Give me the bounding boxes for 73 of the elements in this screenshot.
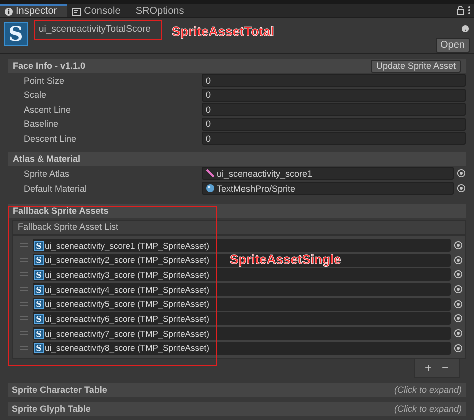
- sprite-asset-icon: S: [34, 240, 44, 250]
- annotation-label: SpriteAssetSingle: [230, 252, 342, 266]
- field-label: Point Size: [23, 76, 66, 86]
- more-icon[interactable]: [468, 6, 471, 15]
- remove-button[interactable]: −: [440, 361, 451, 375]
- info-icon: [5, 8, 13, 16]
- number-field[interactable]: 0: [202, 88, 466, 102]
- open-button[interactable]: Open: [436, 38, 470, 53]
- number-field[interactable]: 0: [202, 74, 466, 87]
- sprite-asset-icon: S: [34, 314, 44, 324]
- asset-reference: ui_sceneactivity7_score (TMP_SpriteAsset): [45, 328, 210, 339]
- drag-handle-icon[interactable]: [20, 331, 28, 336]
- sprite-atlas-icon: [206, 169, 215, 178]
- object-field[interactable]: S ui_sceneactivity7_score (TMP_SpriteAsset): [33, 327, 451, 340]
- object-field[interactable]: ui_sceneactivity_score1: [202, 167, 454, 180]
- drag-handle-icon[interactable]: [20, 272, 28, 278]
- expand-hint: (Click to expand): [394, 404, 462, 414]
- update-sprite-asset-button[interactable]: Update Sprite Asset: [371, 60, 461, 72]
- asset-reference: ui_sceneactivity4_score (TMP_SpriteAsset): [45, 284, 210, 295]
- drag-handle-icon[interactable]: [20, 302, 28, 307]
- inspector-tab[interactable]: Inspector: [0, 4, 68, 17]
- section-title: Sprite Character Table: [12, 385, 108, 395]
- object-field[interactable]: S ui_sceneactivity4_score (TMP_SpriteAsset): [33, 283, 451, 296]
- sprite-asset-icon: S: [34, 284, 44, 295]
- field-label: Descent Line: [23, 134, 78, 144]
- section-header[interactable]: Fallback Sprite Assets: [8, 204, 466, 218]
- console-icon: [72, 8, 82, 16]
- sprite-asset-icon: S: [34, 255, 44, 266]
- asset-reference: ui_sceneactivity5_score (TMP_SpriteAsset): [45, 299, 210, 310]
- sprite-asset-icon: S: [4, 22, 28, 46]
- asset-reference: ui_sceneactivity6_score (TMP_SpriteAsset): [45, 314, 210, 324]
- asset-reference: ui_sceneactivity8_score (TMP_SpriteAsset): [45, 343, 210, 354]
- sprite-asset-icon: S: [34, 270, 44, 280]
- field-label: Ascent Line: [23, 104, 72, 114]
- section-title: Face Info - v1.1.0: [13, 61, 87, 71]
- drag-handle-icon[interactable]: [20, 258, 28, 263]
- number-field[interactable]: 0: [202, 103, 466, 116]
- asset-reference: ui_sceneactivity_score1 (TMP_SpriteAsset): [45, 240, 210, 250]
- sprite-asset-icon: S: [34, 343, 44, 354]
- object-field[interactable]: S ui_sceneactivity6_score (TMP_SpriteAsset): [33, 312, 451, 326]
- drag-handle-icon[interactable]: [20, 287, 28, 292]
- section-header[interactable]: Sprite Glyph Table (Click to expand): [8, 402, 466, 416]
- asset-reference: ui_sceneactivity2_score (TMP_SpriteAsset): [45, 255, 210, 266]
- section-header[interactable]: Atlas & Material: [8, 152, 466, 166]
- section-title: Sprite Glyph Table: [12, 404, 92, 414]
- asset-name: ui_sceneactivityTotalScore: [34, 20, 162, 40]
- drag-handle-icon[interactable]: [20, 316, 28, 322]
- section-header[interactable]: Sprite Character Table (Click to expand): [8, 383, 466, 397]
- asset-reference: ui_sceneactivity3_score (TMP_SpriteAsset): [45, 270, 210, 280]
- field-label: Baseline: [23, 119, 60, 129]
- field-label: Default Material: [23, 184, 88, 194]
- material-ball-icon: [206, 184, 215, 193]
- lock-icon[interactable]: [457, 6, 464, 15]
- object-field[interactable]: TextMeshPro/Sprite: [202, 182, 454, 195]
- field-label: Sprite Atlas: [23, 168, 71, 178]
- object-field[interactable]: S ui_sceneactivity3_score (TMP_SpriteAsset): [33, 268, 451, 282]
- object-field[interactable]: S ui_sceneactivity_score1 (TMP_SpriteAsset): [33, 239, 451, 252]
- annotation-label: SpriteAssetTotal: [172, 24, 274, 39]
- object-field[interactable]: S ui_sceneactivity8_score (TMP_SpriteAsset): [33, 342, 451, 355]
- expand-hint: (Click to expand): [394, 385, 462, 395]
- number-field[interactable]: 0: [202, 118, 466, 130]
- inspector-tab[interactable]: Console: [67, 4, 131, 17]
- number-field[interactable]: 0: [202, 132, 466, 145]
- sprite-asset-icon: S: [34, 299, 44, 310]
- drag-handle-icon[interactable]: [20, 346, 28, 351]
- drag-handle-icon[interactable]: [20, 243, 28, 248]
- object-field[interactable]: S ui_sceneactivity5_score (TMP_SpriteAsset): [33, 298, 451, 311]
- field-label: Scale: [23, 90, 48, 100]
- section-header[interactable]: Face Info - v1.1.0 Update Sprite Asset: [8, 59, 466, 73]
- add-button[interactable]: +: [422, 361, 434, 375]
- sprite-asset-icon: S: [34, 328, 44, 339]
- list-header[interactable]: Fallback Sprite Asset List: [12, 220, 466, 234]
- inspector-tab[interactable]: SROptions: [130, 4, 194, 17]
